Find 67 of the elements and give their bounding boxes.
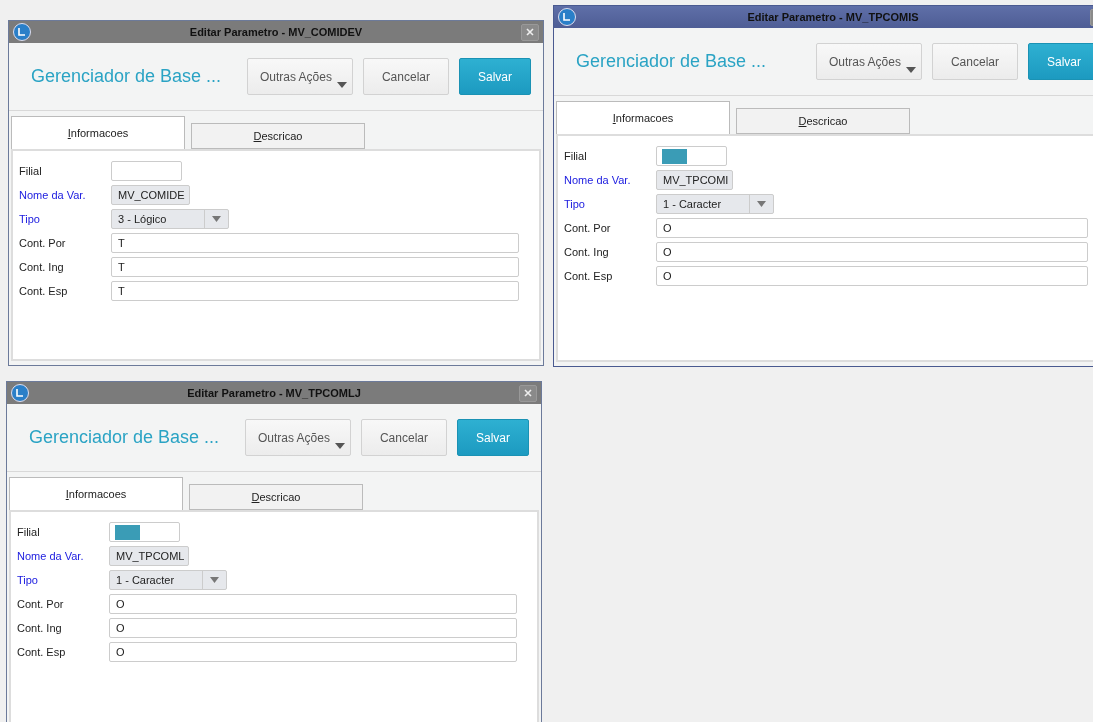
app-logo-icon: [11, 384, 29, 402]
tab[interactable]: Informacoes: [556, 101, 730, 134]
input-field[interactable]: MV_TPCOMI: [656, 170, 734, 190]
tab[interactable]: Descricao: [191, 123, 365, 149]
page-heading: Gerenciador de Base ...: [29, 427, 220, 448]
tab[interactable]: Descricao: [736, 108, 910, 134]
actions-menu-button[interactable]: Outras Ações: [244, 419, 351, 456]
field-label: Tipo: [564, 198, 586, 210]
page-heading: Gerenciador de Base ...: [576, 51, 767, 72]
input-field[interactable]: O: [109, 618, 517, 638]
page-heading: Gerenciador de Base ...: [31, 66, 222, 87]
dropdown-arrow-icon: [210, 577, 219, 583]
input-field[interactable]: [111, 161, 182, 181]
input-field[interactable]: [109, 522, 180, 542]
input-field[interactable]: MV_COMIDE: [111, 185, 190, 205]
close-icon: [524, 389, 532, 397]
input-field[interactable]: MV_TPCOML: [109, 546, 190, 566]
field-label: Nome da Var.: [19, 189, 87, 201]
close-icon: [526, 28, 534, 36]
field-label: Cont. Por: [564, 222, 612, 234]
input-field[interactable]: [656, 146, 727, 166]
field-label: Nome da Var.: [17, 550, 85, 562]
close-button[interactable]: [519, 384, 537, 402]
input-field[interactable]: T: [111, 257, 519, 277]
input-field[interactable]: T: [111, 233, 519, 253]
tab[interactable]: Descricao: [189, 484, 363, 510]
cancel-button[interactable]: Cancelar: [360, 419, 447, 456]
caret-icon: [336, 82, 347, 88]
dropdown-arrow-icon: [757, 201, 766, 207]
window-title: Editar Parametro - MV_COMIDEV: [188, 26, 364, 38]
app-logo-icon: [558, 8, 576, 26]
field-label: Tipo: [19, 213, 41, 225]
window-title: Editar Parametro - MV_TPCOMIS: [746, 11, 920, 23]
cancel-button[interactable]: Cancelar: [931, 43, 1018, 80]
field-label: Cont. Esp: [19, 285, 69, 297]
type-dropdown[interactable]: 1 - Caracter: [656, 194, 774, 214]
input-field[interactable]: T: [111, 281, 519, 301]
field-label: Cont. Esp: [17, 646, 67, 658]
dropdown-arrow-icon: [212, 216, 221, 222]
actions-menu-button[interactable]: Outras Ações: [815, 43, 922, 80]
input-field[interactable]: O: [109, 594, 517, 614]
field-label: Cont. Por: [17, 598, 65, 610]
field-label: Filial: [17, 526, 41, 538]
tab[interactable]: Informacoes: [11, 116, 185, 149]
field-label: Cont. Ing: [564, 246, 610, 258]
actions-menu-button[interactable]: Outras Ações: [246, 58, 353, 95]
field-label: Cont. Por: [19, 237, 67, 249]
input-field[interactable]: O: [656, 218, 1088, 238]
field-label: Cont. Esp: [564, 270, 614, 282]
type-dropdown[interactable]: 3 - Lógico: [111, 209, 229, 229]
field-label: Filial: [19, 165, 43, 177]
field-label: Filial: [564, 150, 588, 162]
field-label: Cont. Ing: [17, 622, 63, 634]
field-label: Nome da Var.: [564, 174, 632, 186]
caret-icon: [334, 443, 345, 449]
field-label: Cont. Ing: [19, 261, 65, 273]
caret-icon: [905, 67, 916, 73]
input-field[interactable]: O: [656, 242, 1088, 262]
input-field[interactable]: O: [109, 642, 517, 662]
cancel-button[interactable]: Cancelar: [362, 58, 449, 95]
close-button[interactable]: [521, 23, 539, 41]
app-logo-icon: [13, 23, 31, 41]
tab[interactable]: Informacoes: [9, 477, 183, 510]
window-title: Editar Parametro - MV_TPCOMLJ: [186, 387, 362, 399]
type-dropdown[interactable]: 1 - Caracter: [109, 570, 227, 590]
input-field[interactable]: O: [656, 266, 1088, 286]
field-label: Tipo: [17, 574, 39, 586]
